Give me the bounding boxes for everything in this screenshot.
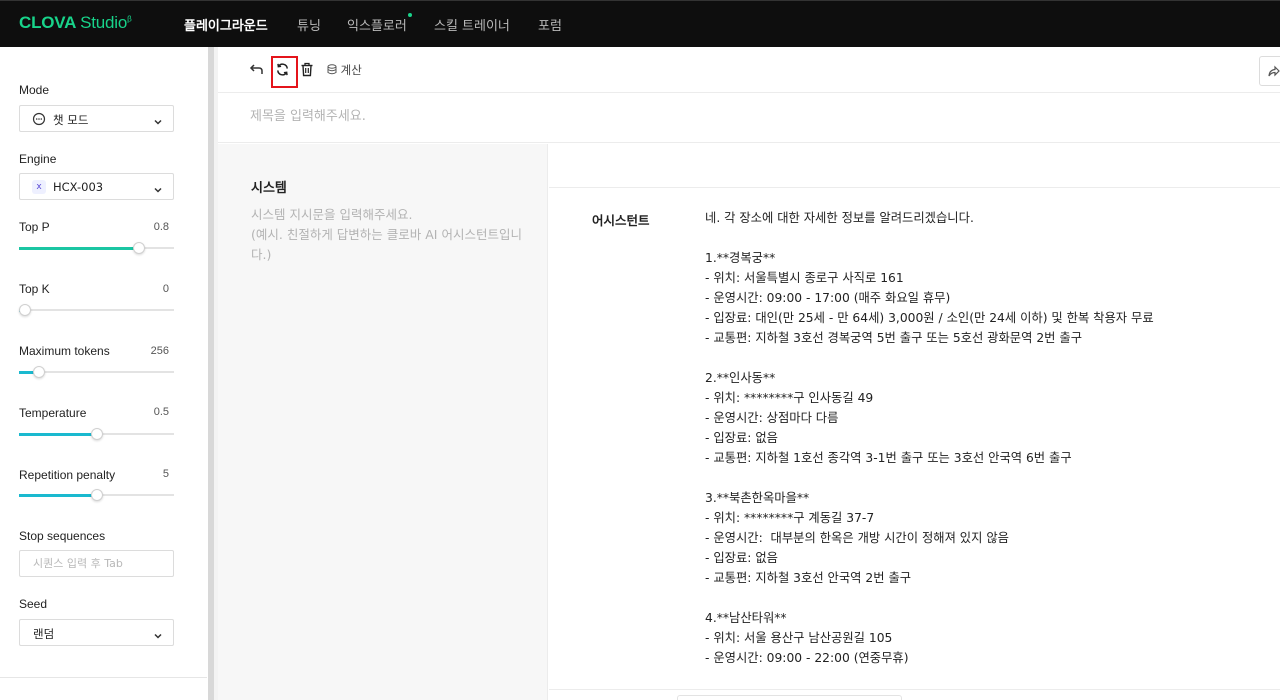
calc-button[interactable]: 계산 [327, 62, 362, 78]
stop-sequences-input-box [19, 550, 174, 577]
nav-playground[interactable]: 플레이그라운드 [184, 15, 268, 34]
engine-label: Engine [19, 152, 57, 166]
message-line: - 입장료: 없음 [705, 551, 778, 565]
max-tokens-label: Maximum tokens [19, 344, 110, 358]
logo-beta-mark: β [127, 14, 132, 24]
message-line: - 위치: 서울특별시 종로구 사직로 161 [705, 271, 904, 285]
max-tokens-value: 256 [150, 345, 169, 357]
sidebar-divider [0, 677, 207, 678]
chat-bubble-icon [32, 112, 46, 126]
max-tokens-slider[interactable] [19, 366, 174, 378]
message-line: - 운영시간: 상점마다 다름 [705, 411, 839, 425]
message-line: 네. 각 장소에 대한 자세한 정보를 알려드리겠습니다. [705, 211, 974, 225]
nav-explorer-label: 익스플로러 [347, 19, 407, 34]
title-row [218, 93, 1280, 143]
settings-sidebar: Mode 챗 모드 Engine x HCX-003 Top P 0.8 Top… [0, 47, 207, 700]
engine-select[interactable]: x HCX-003 [19, 173, 174, 200]
message-input-box[interactable] [677, 695, 902, 700]
mode-value: 챗 모드 [53, 113, 89, 127]
share-button[interactable] [1259, 56, 1280, 86]
logo-main-text: CLOVA [19, 13, 76, 32]
message-line: - 교통편: 지하철 1호선 종각역 3-1번 출구 또는 3호선 안국역 6번… [705, 451, 1072, 465]
message-line: - 교통편: 지하철 3호선 안국역 2번 출구 [705, 571, 912, 585]
system-title: 시스템 [251, 181, 287, 196]
calc-label: 계산 [340, 63, 362, 77]
slider-thumb[interactable] [19, 304, 31, 316]
message-line: - 위치: ********구 계동길 37-7 [705, 511, 875, 525]
message-line [705, 348, 1265, 368]
chevron-down-icon [153, 112, 163, 125]
message-line: - 운영시간: 대부분의 한옥은 개방 시간이 정해져 있지 않음 [705, 531, 1009, 545]
chat-bottom-divider [549, 689, 1280, 690]
top-k-label: Top K [19, 282, 50, 296]
message-line: - 운영시간: 09:00 - 22:00 (연중무휴) [705, 651, 909, 665]
token-db-icon [327, 63, 337, 77]
slider-thumb[interactable] [133, 242, 146, 254]
message-line: 4.**남산타워** [705, 611, 787, 625]
undo-arrow-icon[interactable] [249, 61, 267, 79]
assistant-role-label: 어시스턴트 [592, 213, 650, 228]
logo-sub-text: Studio [80, 13, 128, 32]
system-panel: 시스템 시스템 지시문을 입력해주세요. (예시. 친절하게 답변하는 클로바 … [218, 144, 548, 700]
message-line [705, 588, 1265, 608]
mode-select[interactable]: 챗 모드 [19, 105, 174, 132]
message-line: - 입장료: 대인(만 25세 - 만 64세) 3,000원 / 소인(만 2… [705, 311, 1154, 325]
nav-tuning[interactable]: 튜닝 [297, 15, 321, 34]
playground-toolbar [218, 47, 1280, 93]
message-line: - 운영시간: 09:00 - 17:00 (매주 화요일 휴무) [705, 291, 951, 305]
message-line: - 교통편: 지하철 3호선 경복궁역 5번 출구 또는 5호선 광화문역 2번… [705, 331, 1083, 345]
seed-select[interactable]: 랜덤 [19, 619, 174, 646]
slider-thumb[interactable] [90, 428, 103, 440]
top-k-slider[interactable] [19, 304, 174, 316]
title-input[interactable] [250, 109, 850, 124]
chevron-down-icon [153, 180, 163, 193]
stop-sequences-input[interactable] [20, 551, 173, 576]
trash-icon[interactable] [300, 62, 318, 80]
repetition-penalty-value: 5 [162, 468, 169, 480]
message-line: - 위치: 서울 용산구 남산공원길 105 [705, 631, 893, 645]
refresh-button-highlight [271, 56, 298, 88]
mode-label: Mode [19, 83, 50, 97]
top-p-label: Top P [19, 220, 50, 234]
chat-panel: 어시스턴트 네. 각 장소에 대한 자세한 정보를 알려드리겠습니다. 1.**경… [549, 144, 1280, 700]
app-logo[interactable]: CLOVA Studioβ [19, 13, 132, 33]
top-k-value: 0 [162, 283, 169, 295]
message-line: 3.**북촌한옥마을** [705, 491, 810, 505]
system-instruction-input[interactable]: 시스템 지시문을 입력해주세요. (예시. 친절하게 답변하는 클로바 AI 어… [251, 205, 541, 265]
repetition-penalty-slider[interactable] [19, 489, 174, 501]
slider-thumb[interactable] [90, 489, 103, 501]
message-line [705, 468, 1265, 488]
message-line: 1.**경복궁** [705, 251, 776, 265]
new-badge-dot [407, 13, 412, 17]
nav-skill-trainer[interactable]: 스킬 트레이너 [434, 15, 510, 34]
message-line: - 입장료: 없음 [705, 431, 778, 445]
message-line [705, 228, 1265, 248]
nav-explorer[interactable]: 익스플로러 [347, 13, 412, 34]
temperature-label: Temperature [19, 406, 87, 420]
message-line: - 위치: ********구 인사동길 49 [705, 391, 874, 405]
share-icon [1267, 64, 1280, 83]
chevron-down-icon [153, 626, 163, 639]
temperature-value: 0.5 [153, 406, 169, 418]
repetition-penalty-label: Repetition penalty [19, 468, 116, 482]
temperature-slider[interactable] [19, 428, 174, 440]
seed-label: Seed [19, 597, 48, 611]
x-engine-icon: x [32, 180, 46, 194]
engine-value: HCX-003 [53, 180, 104, 194]
chat-header [549, 144, 1280, 188]
message-line: 2.**인사동** [705, 371, 776, 385]
nav-forum[interactable]: 포럼 [538, 15, 562, 34]
top-p-value: 0.8 [153, 221, 169, 233]
top-p-slider[interactable] [19, 242, 174, 254]
top-nav-bar: CLOVA Studioβ 플레이그라운드 튜닝 익스플로러 스킬 트레이너 포… [0, 0, 1280, 47]
stop-sequences-label: Stop sequences [19, 529, 106, 543]
seed-value: 랜덤 [33, 627, 55, 641]
assistant-message[interactable]: 네. 각 장소에 대한 자세한 정보를 알려드리겠습니다. 1.**경복궁** - … [705, 208, 1265, 668]
slider-thumb[interactable] [33, 366, 46, 378]
